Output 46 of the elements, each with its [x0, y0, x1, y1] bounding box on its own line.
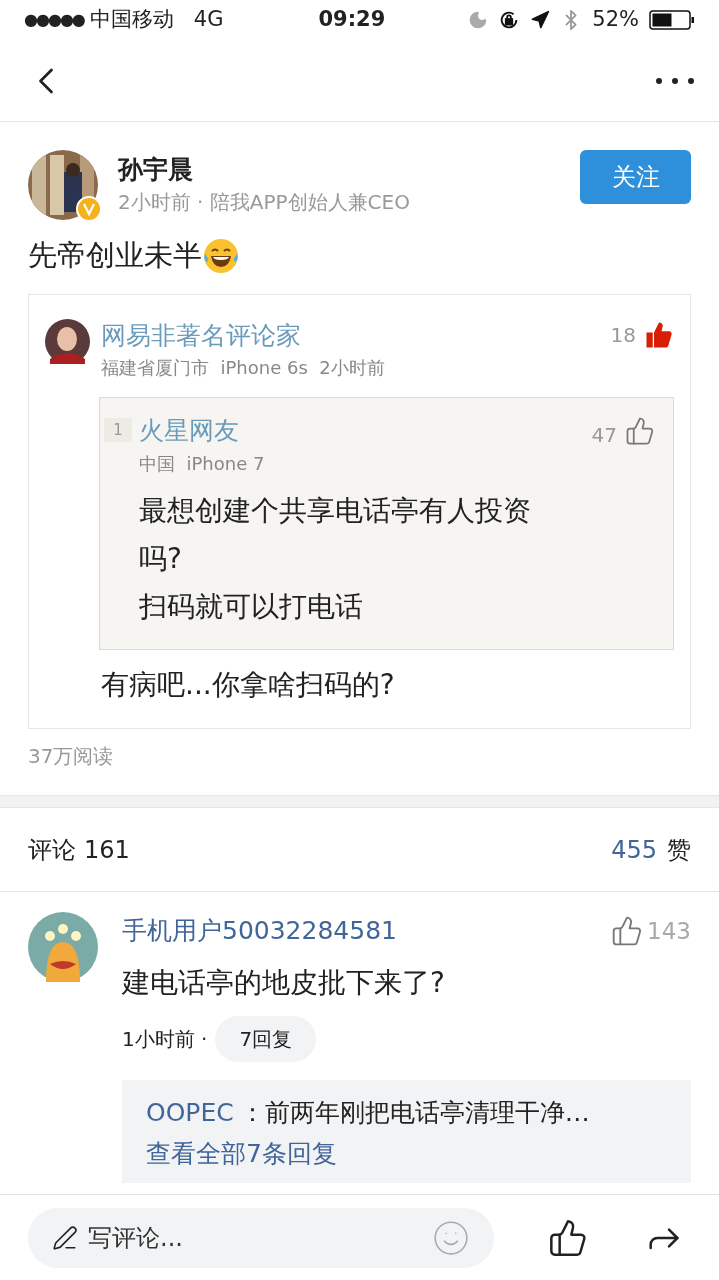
thumbs-up-icon[interactable] — [625, 416, 655, 446]
reply-text: 吗? — [139, 541, 183, 577]
commenter-name[interactable]: 网易非著名评论家 — [101, 316, 301, 354]
reply-text: 扫码就可以打电话 — [139, 589, 364, 625]
post-text: 先帝创业未半 — [28, 237, 202, 274]
reply-text: 最想创建个共享电话亭有人投资 — [139, 493, 532, 529]
like-count: 143 — [647, 916, 691, 946]
avatar — [28, 912, 98, 982]
reply-text: ：前两年刚把电话亭清理干净… — [239, 1096, 590, 1129]
read-count: 37万阅读 — [28, 743, 115, 770]
commenter-avatar — [45, 318, 90, 364]
author-name[interactable]: 孙宇晨 — [118, 153, 410, 187]
post-meta: 2小时前 · 陪我APP创始人兼CEO — [118, 189, 410, 216]
commenter-name[interactable]: 手机用户50032284581 — [122, 912, 397, 950]
total-likes: 455 — [611, 834, 657, 866]
like-count: 47 — [591, 422, 617, 449]
reply-meta: 中国 iPhone 7 — [139, 452, 266, 476]
like-count: 18 — [610, 322, 636, 350]
signal-strength: ●●●●● — [24, 9, 84, 31]
moon-icon — [468, 10, 489, 30]
floor-number: 1 — [104, 418, 132, 442]
replier-name[interactable]: 火星网友 — [139, 412, 239, 450]
replier-name[interactable]: OOPEC — [146, 1093, 234, 1131]
likes-label: 赞 — [667, 834, 691, 866]
battery-icon — [649, 10, 695, 30]
comment-box[interactable]: 写评论... — [28, 1207, 494, 1268]
laughing-emoji-icon — [202, 236, 240, 275]
follow-button[interactable]: 关注 — [580, 150, 691, 204]
thumbs-up-icon[interactable] — [644, 320, 674, 351]
clock: 09:29 — [318, 6, 386, 34]
view-all-replies-link[interactable]: 查看全部7条回复 — [146, 1135, 667, 1173]
network-type: 4G — [193, 6, 224, 34]
pen-icon — [52, 1224, 78, 1251]
comments-label: 评论 — [28, 834, 76, 866]
comment-count: 161 — [84, 834, 130, 866]
location-arrow-icon — [530, 10, 551, 30]
thumbs-up-icon[interactable] — [548, 1217, 588, 1258]
thumbs-up-icon[interactable] — [611, 914, 644, 947]
comment-text: 建电话亭的地皮批下来了? — [122, 964, 446, 1001]
comment-text: 有病吧...你拿啥扫码的? — [101, 667, 396, 703]
carrier-name: 中国移动 — [89, 6, 174, 34]
comment-time: 1小时前 · — [122, 1025, 208, 1053]
battery-percent: 52% — [592, 6, 639, 34]
replies-button[interactable]: 7回复 — [215, 1015, 317, 1062]
more-icon[interactable] — [655, 76, 695, 85]
comment-meta: 福建省厦门市 iPhone 6s 2小时前 — [101, 356, 386, 380]
